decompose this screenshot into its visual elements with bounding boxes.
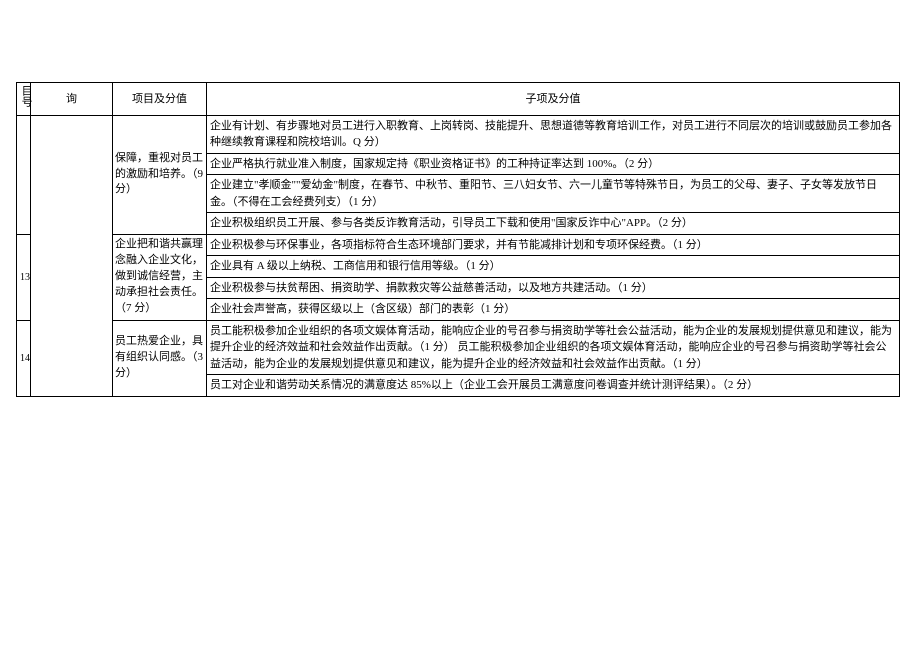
- cell-sub: 企业严格执行就业准入制度，国家规定持《职业资格证书》的工种持证率达到 100%。…: [207, 153, 900, 175]
- cell-sub: 企业社会声誉高，获得区级以上（含区级）部门的表彰（1 分）: [207, 299, 900, 321]
- cell-sub: 企业积极参与扶贫帮困、捐资助学、捐款救灾等公益慈善活动，以及地方共建活动。（1 …: [207, 277, 900, 299]
- header-category: 询: [31, 83, 113, 116]
- cell-project: 员工热爱企业，具有组织认同感。（3 分）: [113, 320, 207, 396]
- cell-seq: 14: [17, 320, 31, 396]
- cell-sub: 企业具有 A 级以上纳税、工商信用和银行信用等级。（1 分）: [207, 256, 900, 278]
- cell-seq: 13: [17, 234, 31, 320]
- cell-sub: 企业建立"孝顺金""爱幼金"制度，在春节、中秋节、重阳节、三八妇女节、六一儿童节…: [207, 175, 900, 213]
- cell-category: [31, 115, 113, 396]
- table-header-row: 目号 询 项目及分值 子项及分值: [17, 83, 900, 116]
- cell-sub: 员工对企业和谐劳动关系情况的满意度达 85%以上（企业工会开展员工满意度问卷调查…: [207, 375, 900, 397]
- cell-sub: 企业有计划、有步骤地对员工进行入职教育、上岗转岗、技能提升、思想道德等教育培训工…: [207, 115, 900, 153]
- cell-seq: [17, 115, 31, 234]
- cell-project: 保障，重视对员工的激励和培养。（9 分）: [113, 115, 207, 234]
- evaluation-table: 目号 询 项目及分值 子项及分值 保障，重视对员工的激励和培养。（9 分）企业有…: [16, 82, 900, 397]
- header-seq: 目号: [17, 83, 31, 116]
- cell-project: 企业把和谐共赢理念融入企业文化，做到诚信经营，主动承担社会责任。（7 分）: [113, 234, 207, 320]
- table-row: 14员工热爱企业，具有组织认同感。（3 分）员工能积极参加企业组织的各项文娱体育…: [17, 320, 900, 375]
- table-row: 保障，重视对员工的激励和培养。（9 分）企业有计划、有步骤地对员工进行入职教育、…: [17, 115, 900, 153]
- cell-sub: 企业积极组织员工开展、参与各类反诈教育活动，引导员工下载和使用"国家反诈中心"A…: [207, 213, 900, 235]
- table-row: 13企业把和谐共赢理念融入企业文化，做到诚信经营，主动承担社会责任。（7 分）企…: [17, 234, 900, 256]
- header-sub: 子项及分值: [207, 83, 900, 116]
- cell-sub: 企业积极参与环保事业，各项指标符合生态环境部门要求，并有节能减排计划和专项环保经…: [207, 234, 900, 256]
- cell-sub: 员工能积极参加企业组织的各项文娱体育活动，能响应企业的号召参与捐资助学等社会公益…: [207, 320, 900, 375]
- header-project: 项目及分值: [113, 83, 207, 116]
